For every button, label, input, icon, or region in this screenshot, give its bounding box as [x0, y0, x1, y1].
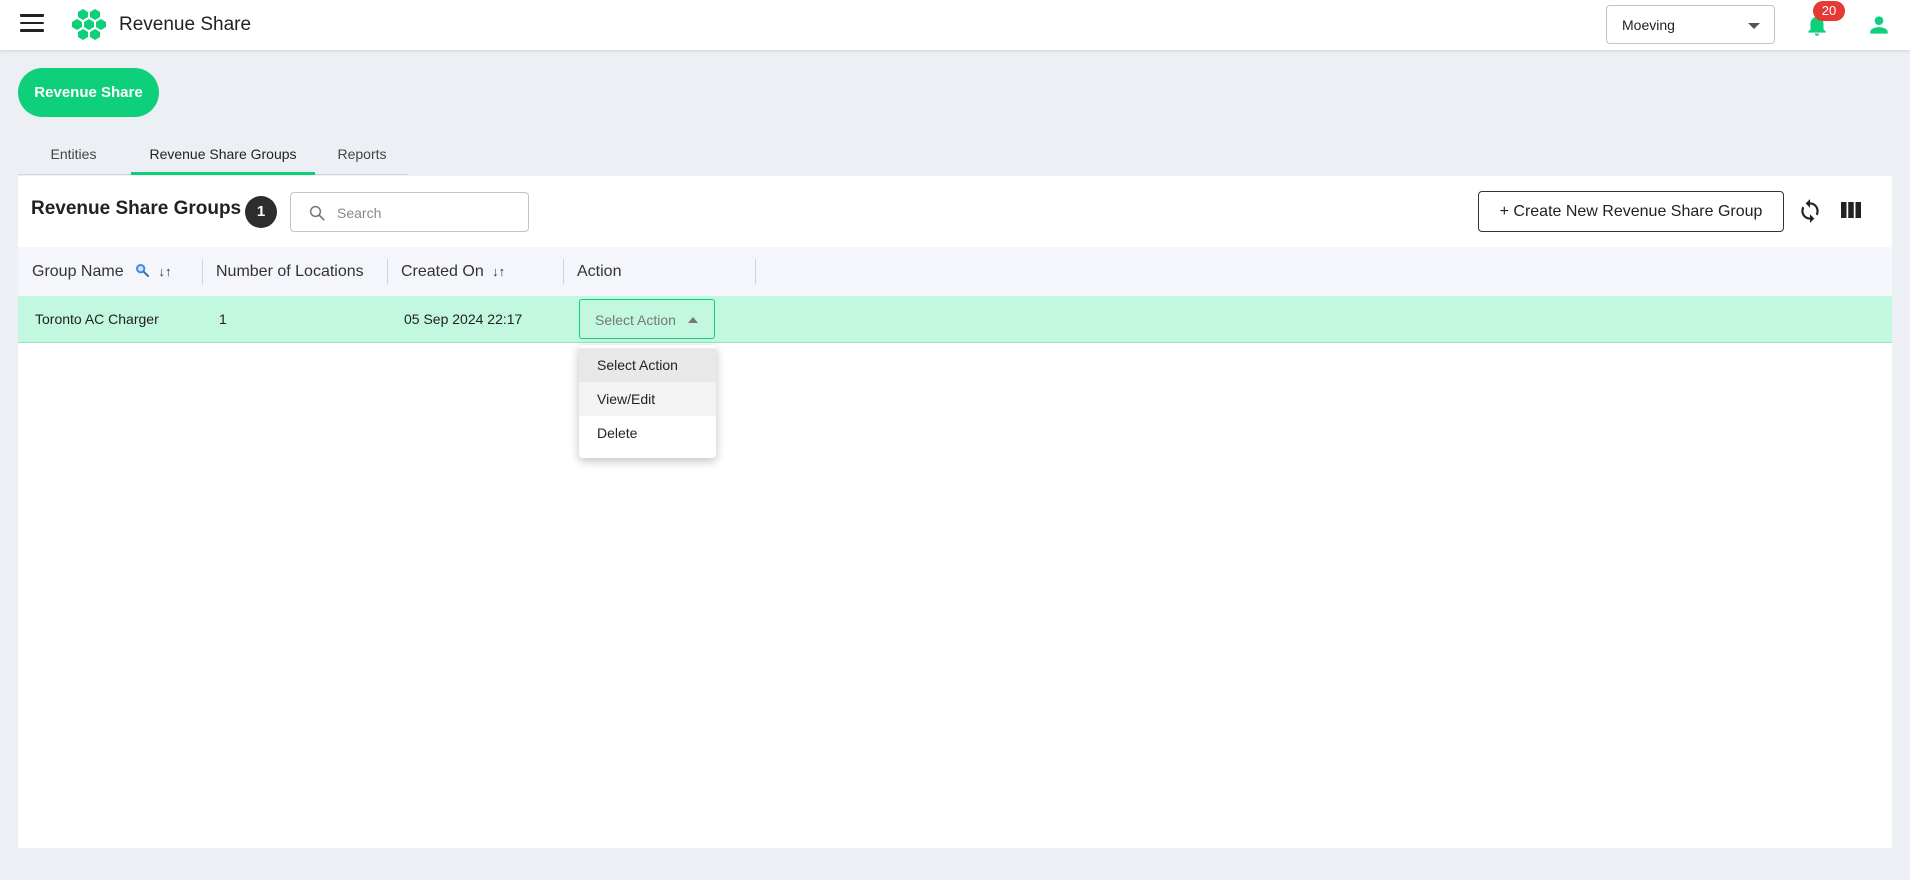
revenue-share-module-button[interactable]: Revenue Share: [18, 68, 159, 117]
action-dropdown-menu: Select Action View/Edit Delete: [579, 345, 716, 458]
tab-reports[interactable]: Reports: [317, 135, 407, 175]
menu-item-delete[interactable]: Delete: [579, 416, 716, 450]
search-field[interactable]: [290, 192, 529, 232]
chevron-down-icon: [1748, 23, 1760, 29]
user-account-icon[interactable]: [1866, 12, 1892, 38]
cell-created-on: 05 Sep 2024 22:17: [404, 311, 523, 327]
refresh-icon[interactable]: [1797, 198, 1823, 224]
create-revenue-share-group-button[interactable]: + Create New Revenue Share Group: [1478, 191, 1784, 232]
tab-revenue-share-groups[interactable]: Revenue Share Groups: [131, 135, 315, 175]
table-row[interactable]: Toronto AC Charger 1 05 Sep 2024 22:17 S…: [18, 296, 1892, 343]
column-divider: [202, 259, 203, 284]
column-header-label: Group Name: [32, 263, 124, 280]
column-header-label: Created On: [401, 263, 484, 280]
menu-item-view-edit[interactable]: View/Edit: [579, 382, 716, 416]
column-header-created-on: Created On ↓↑: [401, 247, 505, 296]
app-title: Revenue Share: [119, 14, 252, 35]
column-divider: [755, 259, 756, 284]
column-search-icon[interactable]: [134, 262, 150, 278]
table-header: Group Name ↓↑ Number of Locations Create…: [18, 247, 1892, 296]
column-divider: [387, 259, 388, 284]
column-header-number-of-locations: Number of Locations: [216, 263, 364, 280]
notification-count-badge: 20: [1813, 1, 1845, 21]
revenue-share-groups-card: Revenue Share Groups 1 + Create New Reve…: [18, 176, 1892, 848]
organization-select-value: Moeving: [1622, 17, 1675, 33]
sort-arrows-icon[interactable]: ↓↑: [492, 247, 505, 296]
menu-item-select-action[interactable]: Select Action: [579, 348, 716, 382]
search-icon: [309, 205, 325, 221]
column-header-group-name: Group Name ↓↑: [32, 247, 172, 296]
action-select[interactable]: Select Action: [579, 299, 715, 339]
search-input[interactable]: [337, 202, 517, 224]
hexagon-logo-icon: [72, 9, 106, 40]
column-divider: [563, 259, 564, 284]
column-header-action: Action: [577, 263, 622, 280]
sort-arrows-icon[interactable]: ↓↑: [159, 247, 172, 296]
group-count-badge: 1: [245, 196, 277, 228]
cell-group-name: Toronto AC Charger: [35, 311, 159, 327]
tab-entities[interactable]: Entities: [18, 135, 129, 175]
tab-bar: Entities Revenue Share Groups Reports: [18, 135, 408, 175]
chevron-up-icon: [688, 317, 698, 323]
cell-number-of-locations: 1: [219, 311, 227, 327]
hamburger-menu-icon[interactable]: [20, 14, 44, 34]
organization-select[interactable]: Moeving: [1606, 5, 1775, 44]
action-select-value: Select Action: [595, 312, 676, 328]
columns-icon[interactable]: [1840, 200, 1862, 220]
top-bar: Revenue Share Moeving 20: [0, 0, 1910, 50]
page-title: Revenue Share Groups: [31, 198, 242, 219]
